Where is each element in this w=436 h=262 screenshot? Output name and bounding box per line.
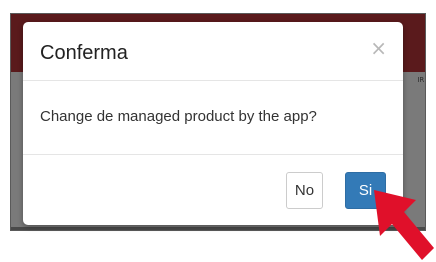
close-icon[interactable]: × bbox=[370, 38, 387, 58]
confirm-dialog: Conferma × Change de managed product by … bbox=[23, 22, 403, 225]
screenshot-stage: IR Conferma × Change de managed product … bbox=[0, 0, 436, 262]
arrow-shape bbox=[374, 190, 434, 260]
dialog-title: Conferma bbox=[40, 42, 128, 64]
red-arrow-pointer-icon bbox=[374, 190, 434, 260]
background-edge-text: IR bbox=[417, 76, 424, 84]
dialog-footer: No Si bbox=[23, 155, 403, 225]
dialog-body: Change de managed product by the app? bbox=[23, 81, 403, 155]
dialog-header: Conferma × bbox=[23, 22, 403, 81]
no-button[interactable]: No bbox=[286, 172, 323, 209]
dialog-message: Change de managed product by the app? bbox=[40, 108, 317, 125]
